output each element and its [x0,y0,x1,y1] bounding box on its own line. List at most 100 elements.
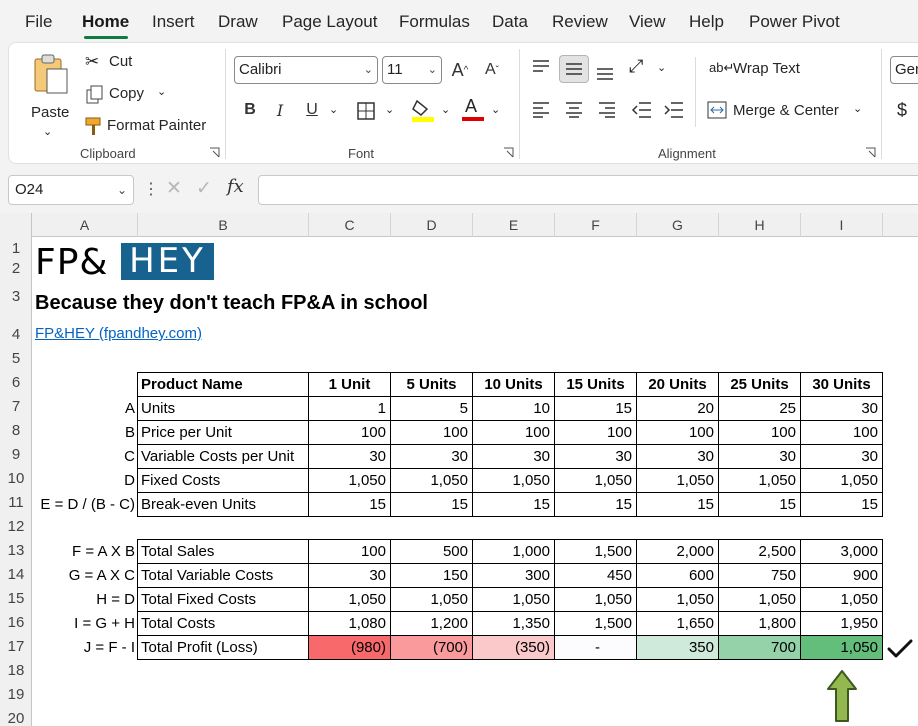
formula-input[interactable] [258,175,918,205]
table-cell[interactable]: 30 [718,444,801,469]
name-box[interactable]: O24 ⌄ [8,175,134,205]
table-header-cell[interactable]: 20 Units [636,372,719,397]
table-cell[interactable]: 30 [472,444,555,469]
profit-cell[interactable]: 1,050 [800,635,883,660]
table-cell[interactable]: 600 [636,563,719,588]
table-cell[interactable]: 300 [472,563,555,588]
decrease-indent-icon[interactable] [631,101,653,119]
table-cell[interactable]: 30 [800,444,883,469]
font-family-select[interactable]: Calibri ⌄ [234,56,378,84]
more-options-icon[interactable]: ⋮ [143,179,159,199]
row-label[interactable]: Total Fixed Costs [137,587,309,612]
table-cell[interactable]: 15 [636,492,719,517]
align-right-icon[interactable] [597,101,617,119]
row-header-2[interactable]: 2 [0,257,32,281]
row-key-label[interactable]: B [32,421,138,445]
table-cell[interactable]: 2,500 [718,539,801,564]
table-header-cell[interactable]: 5 Units [390,372,473,397]
dialog-launcher-icon[interactable] [503,147,514,158]
font-size-select[interactable]: 11 ⌄ [382,56,442,84]
website-link[interactable]: FP&HEY (fpandhey.com) [35,323,202,345]
table-cell[interactable]: 1,650 [636,611,719,636]
profit-cell[interactable]: 700 [718,635,801,660]
row-label[interactable]: Units [137,396,309,421]
row-header-6[interactable]: 6 [0,371,32,395]
tab-data[interactable]: Data [492,10,528,34]
row-key-label[interactable]: H = D [32,588,138,612]
table-cell[interactable]: 15 [718,492,801,517]
align-bottom-icon[interactable] [595,63,615,81]
row-header-13[interactable]: 13 [0,539,32,563]
dialog-launcher-icon[interactable] [209,147,220,158]
tab-power-pivot[interactable]: Power Pivot [749,10,840,34]
column-header-c[interactable]: C [309,213,391,237]
row-header-3[interactable]: 3 [0,285,32,309]
table-cell[interactable]: 30 [308,444,391,469]
table-cell[interactable]: 15 [800,492,883,517]
table-cell[interactable]: 500 [390,539,473,564]
table-cell[interactable]: 1,050 [472,587,555,612]
select-all-corner[interactable] [0,213,32,237]
row-header-8[interactable]: 8 [0,419,32,443]
row-label[interactable]: Total Sales [137,539,309,564]
table-cell[interactable]: 25 [718,396,801,421]
table-cell[interactable]: 1,200 [390,611,473,636]
format-painter-button[interactable]: Format Painter [81,115,221,139]
tab-view[interactable]: View [629,10,666,34]
tab-insert[interactable]: Insert [152,10,195,34]
column-header-g[interactable]: G [637,213,719,237]
row-label[interactable]: Total Variable Costs [137,563,309,588]
table-cell[interactable]: 1,080 [308,611,391,636]
table-cell[interactable]: 1,050 [636,468,719,493]
chevron-down-icon[interactable]: ⌄ [441,101,450,119]
row-header-11[interactable]: 11 [0,491,32,515]
row-header-9[interactable]: 9 [0,443,32,467]
chevron-down-icon[interactable]: ⌄ [657,59,666,77]
column-header-i[interactable]: I [801,213,883,237]
tab-help[interactable]: Help [689,10,724,34]
row-label[interactable]: Break-even Units [137,492,309,517]
table-cell[interactable]: 15 [554,396,637,421]
chevron-down-icon[interactable]: ⌄ [385,101,394,119]
italic-button[interactable]: I [267,97,293,123]
worksheet-grid[interactable]: A B C D E F G H I 1 2 3 4 5 6 7 8 9 10 11 12 13 14 15 1… [0,213,918,726]
table-header-cell[interactable]: 1 Unit [308,372,391,397]
table-cell[interactable]: 5 [390,396,473,421]
row-key-label[interactable]: C [32,445,138,469]
table-cell[interactable]: 1,050 [308,587,391,612]
row-label[interactable]: Price per Unit [137,420,309,445]
table-cell[interactable]: 30 [636,444,719,469]
tab-review[interactable]: Review [552,10,608,34]
bold-button[interactable]: B [237,97,263,123]
profit-cell[interactable]: - [554,635,637,660]
row-header-10[interactable]: 10 [0,467,32,491]
row-header-7[interactable]: 7 [0,395,32,419]
row-header-20[interactable]: 20 [0,707,32,726]
row-label[interactable]: Fixed Costs [137,468,309,493]
table-header-cell[interactable]: 15 Units [554,372,637,397]
row-header-19[interactable]: 19 [0,683,32,707]
row-key-label[interactable]: F = A X B [32,540,138,564]
row-key-label[interactable]: G = A X C [32,564,138,588]
table-cell[interactable]: 100 [472,420,555,445]
row-header-15[interactable]: 15 [0,587,32,611]
table-cell[interactable]: 150 [390,563,473,588]
table-cell[interactable]: 100 [390,420,473,445]
table-cell[interactable]: 1,500 [554,539,637,564]
orientation-icon[interactable]: ⤢ [629,57,643,75]
table-cell[interactable]: 1,950 [800,611,883,636]
font-color-button[interactable]: A [461,95,485,123]
row-key-label[interactable]: I = G + H [32,612,138,636]
row-key-label[interactable]: E = D / (B - C) [32,493,138,517]
enter-icon[interactable]: ✓ [196,177,212,200]
merge-center-button[interactable]: Merge & Center ⌄ [707,99,867,123]
table-cell[interactable]: 3,000 [800,539,883,564]
table-cell[interactable]: 1,050 [718,587,801,612]
chevron-down-icon[interactable]: ⌄ [329,101,338,119]
row-header-18[interactable]: 18 [0,659,32,683]
copy-button[interactable]: Copy ⌄ [85,83,185,107]
row-header-17[interactable]: 17 [0,635,32,659]
chevron-down-icon[interactable]: ⌄ [491,101,500,119]
table-cell[interactable]: 15 [472,492,555,517]
table-cell[interactable]: 1,500 [554,611,637,636]
